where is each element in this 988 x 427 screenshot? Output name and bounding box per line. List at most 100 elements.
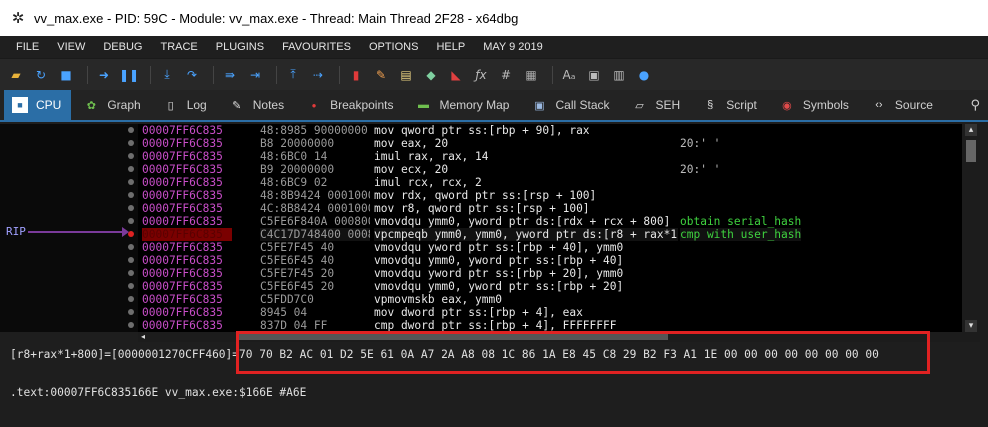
tab-notes[interactable]: ✎ Notes (221, 90, 294, 120)
run-icon[interactable]: ➜ (94, 65, 114, 85)
call-stack-icon: ▣ (534, 99, 545, 112)
hash-icon[interactable]: # (496, 65, 516, 85)
strings-icon[interactable]: Aₐ (559, 65, 579, 85)
trace-into-icon[interactable]: ⇛ (220, 65, 240, 85)
disasm-row[interactable]: 00007FF6C835 48:6BC0 14 imul rax, rax, 1… (0, 150, 962, 163)
disasm-bytes: C5FDD7C0 (260, 293, 314, 306)
menu-help[interactable]: HELP (428, 41, 473, 53)
breakpoint-dot[interactable] (128, 257, 134, 263)
scroll-thumb[interactable] (966, 140, 976, 162)
label-icon[interactable]: ◆ (421, 65, 441, 85)
disasm-row[interactable]: 00007FF6C835 C5FE6F45 20 vmovdqu ymm0, y… (0, 280, 962, 293)
scroll-up-icon[interactable]: ▴ (965, 124, 977, 136)
breakpoint-dot[interactable] (128, 218, 134, 224)
search-icon[interactable]: ⚲ (970, 98, 980, 113)
menu-favourites[interactable]: FAVOURITES (274, 41, 359, 53)
menu-plugins[interactable]: PLUGINS (208, 41, 272, 53)
disasm-row[interactable]: 00007FF6C835 48:6BC9 02 imul rcx, rcx, 2 (0, 176, 962, 189)
tab-seh[interactable]: ▱ SEH (624, 90, 691, 120)
memory-map-icon: ▬ (417, 99, 429, 111)
menu-bar: FILE VIEW DEBUG TRACE PLUGINS FAVOURITES… (0, 36, 988, 58)
disasm-row[interactable]: 00007FF6C835 4C:8B8424 00010000 mov r8, … (0, 202, 962, 215)
disasm-row[interactable]: 00007FF6C835 C5FE7F45 20 vmovdqu yword p… (0, 267, 962, 280)
disasm-row[interactable]: 00007FF6C835 C5FE6F840A 00080000 vmovdqu… (0, 215, 962, 228)
graph-icon: ✿ (86, 99, 96, 112)
tab-label: Graph (107, 98, 141, 112)
breakpoint-dot[interactable] (128, 244, 134, 250)
disasm-address: 00007FF6C835 (142, 176, 223, 189)
disasm-address: 00007FF6C835 (142, 189, 223, 202)
breakpoint-dot[interactable] (128, 192, 134, 198)
breakpoint-dot[interactable] (128, 166, 134, 172)
menu-debug[interactable]: DEBUG (95, 41, 150, 53)
breakpoint-dot[interactable] (128, 322, 134, 328)
disasm-row[interactable]: 00007FF6C835 8945 04 mov dword ptr ss:[r… (0, 306, 962, 319)
disasm-bytes: 4C:8B8424 00010000 (260, 202, 370, 215)
patch-icon[interactable]: ▣ (584, 65, 604, 85)
log-icon: ▯ (167, 99, 174, 112)
tab-script[interactable]: § Script (694, 90, 767, 120)
pause-icon[interactable]: ❚❚ (119, 65, 139, 85)
breakpoint-dot[interactable] (128, 153, 134, 159)
traffic-light-icon[interactable]: ▮ (346, 65, 366, 85)
disasm-bytes: C5FE6F840A 00080000 (260, 215, 370, 228)
disasm-row[interactable]: 00007FF6C835 C5FDD7C0 vpmovmskb eax, ymm… (0, 293, 962, 306)
breakpoint-dot[interactable] (128, 205, 134, 211)
disasm-row[interactable]: 00007FF6C835 C5FE6F45 40 vmovdqu ymm0, y… (0, 254, 962, 267)
run-to-user-code-icon[interactable]: ⇢ (308, 65, 328, 85)
breakpoint-dot[interactable] (128, 309, 134, 315)
step-into-icon[interactable]: ⤓ (157, 65, 177, 85)
comment-icon[interactable]: ▤ (396, 65, 416, 85)
menu-file[interactable]: FILE (8, 41, 47, 53)
disasm-instruction: imul rax, rax, 14 (374, 150, 489, 163)
breakpoint-dot[interactable] (128, 296, 134, 302)
pen-icon[interactable]: ✎ (371, 65, 391, 85)
scroll-left-icon[interactable]: ◂ (138, 332, 148, 342)
calculator-icon[interactable]: ▥ (609, 65, 629, 85)
disasm-row[interactable]: 00007FF6C835 C5FE7F45 40 vmovdqu yword p… (0, 241, 962, 254)
menu-view[interactable]: VIEW (49, 41, 93, 53)
tab-label: Symbols (802, 98, 849, 112)
bookmark-icon[interactable]: ◣ (446, 65, 466, 85)
scroll-down-icon[interactable]: ▾ (965, 320, 977, 332)
toolbar-separator (150, 65, 151, 84)
step-over-icon[interactable]: ↷ (182, 65, 202, 85)
tab-breakpoints[interactable]: ● Breakpoints (298, 90, 403, 120)
tab-graph[interactable]: ✿ Graph (75, 90, 150, 120)
tab-label: SEH (655, 98, 681, 112)
disasm-bytes: C5FE6F45 20 (260, 280, 335, 293)
disassembly-vertical-scrollbar[interactable]: ▴ ▾ (962, 124, 980, 332)
stop-icon[interactable]: ■ (56, 65, 76, 85)
breakpoint-dot[interactable] (128, 127, 134, 133)
execute-till-return-icon[interactable]: ⤒ (283, 65, 303, 85)
disassembly-view[interactable]: 00007FF6C835 48:8985 90000000 mov qword … (0, 124, 980, 332)
menu-options[interactable]: OPTIONS (361, 41, 427, 53)
disasm-address: 00007FF6C835 (142, 319, 223, 332)
disasm-row[interactable]: 00007FF6C835 48:8985 90000000 mov qword … (0, 124, 962, 137)
tab-log[interactable]: ▯ Log (155, 90, 217, 120)
function-icon[interactable]: ƒx (471, 65, 491, 85)
restart-icon[interactable]: ↻ (31, 65, 51, 85)
open-icon[interactable]: ▰ (6, 65, 26, 85)
script-icon[interactable]: ▦ (521, 65, 541, 85)
tab-cpu[interactable]: ■ CPU (4, 90, 72, 120)
menu-trace[interactable]: TRACE (152, 41, 205, 53)
trace-over-icon[interactable]: ⇥ (245, 65, 265, 85)
tab-memory-map[interactable]: ▬ Memory Map (407, 90, 519, 120)
breakpoint-dot[interactable] (128, 140, 134, 146)
disasm-row[interactable]: 00007FF6C835 B8 20000000 mov eax, 20 20:… (0, 137, 962, 150)
breakpoint-dot[interactable] (128, 270, 134, 276)
globe-icon[interactable]: ● (634, 65, 654, 85)
toolbar-separator (276, 65, 277, 84)
disasm-bytes: B9 20000000 (260, 163, 335, 176)
tab-source[interactable]: ‹› Source (863, 90, 943, 120)
disasm-row-current[interactable]: 00007FF6C835 C4C17D748400 00080000 vpcmp… (0, 228, 962, 241)
tab-symbols[interactable]: ◉ Symbols (771, 90, 859, 120)
disasm-row[interactable]: 00007FF6C835 B9 20000000 mov ecx, 20 20:… (0, 163, 962, 176)
notes-icon: ✎ (232, 99, 242, 112)
breakpoint-dot[interactable] (128, 283, 134, 289)
tab-call-stack[interactable]: ▣ Call Stack (523, 90, 619, 120)
disasm-row[interactable]: 00007FF6C835 48:8B9424 00010000 mov rdx,… (0, 189, 962, 202)
disasm-bytes: 48:6BC0 14 (260, 150, 328, 163)
breakpoint-dot[interactable] (128, 179, 134, 185)
